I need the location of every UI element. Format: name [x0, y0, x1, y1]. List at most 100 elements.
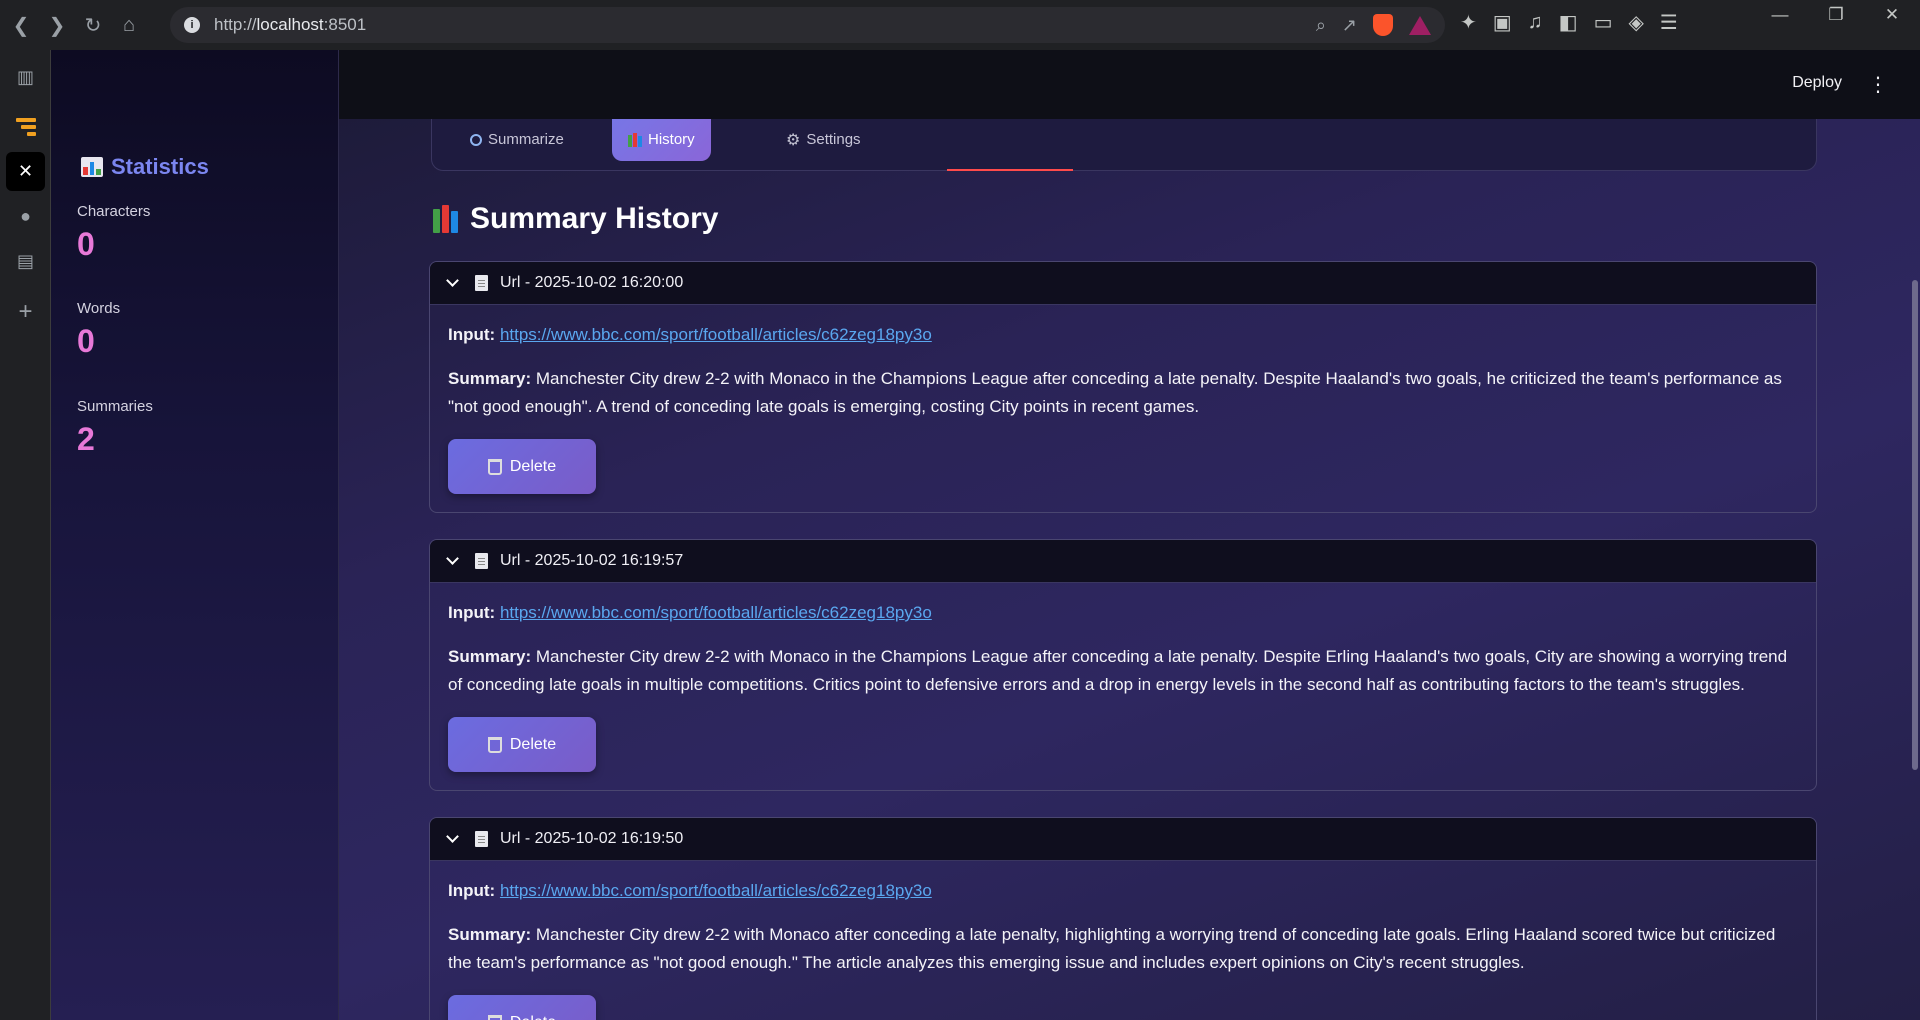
forward-icon[interactable]: ❯	[42, 10, 72, 40]
expander-header[interactable]: Url - 2025-10-02 16:20:00	[430, 262, 1816, 305]
wastebasket-icon	[487, 736, 502, 753]
chevron-down-icon[interactable]	[446, 552, 459, 565]
bar-chart-icon	[81, 157, 103, 177]
magnifier-icon	[470, 133, 482, 146]
streamlit-icon[interactable]	[6, 107, 45, 146]
menu-icon[interactable]: ☰	[1660, 10, 1678, 35]
tab-label: Settings	[806, 131, 861, 148]
entry-summary: Summary: Manchester City drew 2-2 with M…	[448, 921, 1798, 977]
input-label: Input:	[448, 603, 496, 622]
entry-summary: Summary: Manchester City drew 2-2 with M…	[448, 643, 1798, 699]
delete-button[interactable]: Delete	[448, 717, 596, 772]
close-window-icon[interactable]: ✕	[1864, 0, 1920, 30]
entry-summary: Summary: Manchester City drew 2-2 with M…	[448, 365, 1798, 421]
input-link[interactable]: https://www.bbc.com/sport/football/artic…	[500, 325, 932, 344]
minimize-icon[interactable]: —	[1752, 0, 1808, 30]
more-options-icon[interactable]: ⋮	[1868, 72, 1888, 97]
summary-label: Summary:	[448, 647, 532, 666]
tab-bar: Summarize History ⚙ Settings	[431, 118, 1817, 171]
tab-summarize[interactable]: Summarize	[454, 118, 580, 161]
document-icon	[475, 553, 488, 569]
chevron-down-icon[interactable]	[446, 830, 459, 843]
main-content: Summarize History ⚙ Settings Deploy ⋮ Su…	[339, 50, 1920, 1020]
expander-header[interactable]: Url - 2025-10-02 16:19:57	[430, 540, 1816, 583]
globe-icon[interactable]: ●	[6, 197, 45, 236]
delete-label: Delete	[509, 457, 557, 475]
entry-input: Input: https://www.bbc.com/sport/footbal…	[448, 325, 1798, 345]
summary-label: Summary:	[448, 369, 532, 388]
active-tab-indicator	[947, 169, 1073, 171]
page-title-text: Summary History	[470, 202, 719, 235]
scrollbar[interactable]	[1912, 280, 1918, 770]
history-entry: Url - 2025-10-02 16:20:00 Input: https:/…	[429, 261, 1817, 513]
close-sidebar-icon[interactable]: ✕	[6, 152, 45, 191]
sidebar-panel-icon[interactable]: ▥	[6, 58, 45, 97]
metric-value: 0	[77, 323, 95, 359]
address-bar[interactable]: i http://localhost:8501 ⌕ ↗	[170, 7, 1445, 43]
statistics-heading: Statistics	[81, 154, 209, 180]
restore-icon[interactable]: ❐	[1808, 0, 1864, 30]
input-link[interactable]: https://www.bbc.com/sport/football/artic…	[500, 603, 932, 622]
books-icon	[628, 132, 642, 147]
books-icon	[433, 205, 458, 233]
summary-text: Manchester City drew 2-2 with Monaco aft…	[448, 925, 1776, 972]
summary-text: Manchester City drew 2-2 with Monaco in …	[448, 647, 1788, 694]
metric-summaries: Summaries 2	[77, 398, 153, 458]
metric-value: 2	[77, 421, 95, 457]
entry-title: Url - 2025-10-02 16:19:50	[500, 830, 684, 847]
input-link[interactable]: https://www.bbc.com/sport/football/artic…	[500, 881, 932, 900]
chevron-down-icon[interactable]	[446, 274, 459, 287]
tab-history[interactable]: History	[612, 118, 711, 161]
url-text[interactable]: http://localhost:8501	[214, 15, 366, 35]
reload-icon[interactable]: ↻	[78, 10, 108, 40]
brave-rewards-icon[interactable]	[1409, 15, 1431, 35]
gear-icon: ⚙	[786, 131, 801, 149]
wallet-icon[interactable]: ▭	[1594, 10, 1613, 35]
entry-title: Url - 2025-10-02 16:19:57	[500, 552, 684, 569]
browser-sidebar: ▥ ✕ ● ▤ +	[0, 50, 51, 1020]
app-header: Deploy ⋮	[339, 50, 1920, 119]
metric-label: Summaries	[77, 398, 153, 415]
delete-label: Delete	[509, 735, 557, 753]
metric-words: Words 0	[77, 300, 120, 360]
delete-label: Delete	[510, 1014, 556, 1020]
wastebasket-icon	[487, 458, 502, 475]
history-entry: Url - 2025-10-02 16:19:57 Input: https:/…	[429, 539, 1817, 791]
site-info-icon[interactable]: i	[184, 17, 200, 33]
metric-characters: Characters 0	[77, 203, 150, 263]
entry-title: Url - 2025-10-02 16:20:00	[500, 274, 684, 291]
deploy-button[interactable]: Deploy	[1792, 74, 1842, 92]
browser-toolbar: ❮ ❯ ↻ ⌂ i http://localhost:8501 ⌕ ↗ ✦ ▣ …	[0, 0, 1920, 50]
history-entry: Url - 2025-10-02 16:19:50 Input: https:/…	[429, 817, 1817, 1020]
tab-label: Summarize	[488, 131, 564, 148]
wastebasket-icon	[487, 1014, 502, 1020]
summary-text: Manchester City drew 2-2 with Monaco in …	[448, 369, 1782, 416]
page-title: Summary History	[433, 202, 718, 236]
media-icon[interactable]: ♫	[1528, 11, 1543, 34]
reader-icon[interactable]: ▣	[1493, 10, 1512, 35]
share-icon[interactable]: ↗	[1342, 15, 1357, 36]
document-icon	[475, 275, 488, 291]
sidebar-toggle-icon[interactable]: ◧	[1559, 10, 1578, 35]
entry-input: Input: https://www.bbc.com/sport/footbal…	[448, 881, 1798, 901]
vpn-icon[interactable]: ◈	[1628, 10, 1643, 35]
delete-button[interactable]: Delete	[448, 995, 596, 1020]
tab-settings[interactable]: ⚙ Settings	[770, 118, 877, 161]
metric-label: Characters	[77, 203, 151, 220]
home-icon[interactable]: ⌂	[114, 10, 144, 40]
metric-value: 0	[77, 226, 95, 262]
entry-input: Input: https://www.bbc.com/sport/footbal…	[448, 603, 1798, 623]
back-icon[interactable]: ❮	[6, 10, 36, 40]
input-label: Input:	[448, 325, 496, 344]
document-icon	[475, 831, 488, 847]
app-sidebar: Statistics Characters 0 Words 0 Summarie…	[51, 50, 339, 1020]
window-icon[interactable]: ▤	[6, 242, 45, 281]
zoom-icon[interactable]: ⌕	[1316, 15, 1326, 36]
add-icon[interactable]: +	[6, 292, 45, 331]
delete-button[interactable]: Delete	[448, 439, 596, 494]
statistics-title: Statistics	[111, 154, 209, 179]
extensions-icon[interactable]: ✦	[1460, 10, 1477, 35]
brave-shields-icon[interactable]	[1373, 14, 1393, 36]
expander-header[interactable]: Url - 2025-10-02 16:19:50	[430, 818, 1816, 861]
tab-label: History	[648, 131, 695, 148]
